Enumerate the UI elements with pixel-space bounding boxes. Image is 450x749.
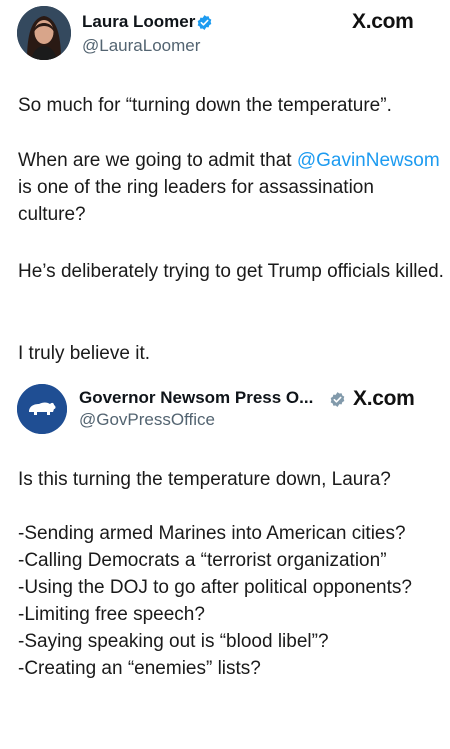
- avatar[interactable]: [17, 384, 67, 434]
- post-text-paragraph: So much for “turning down the temperatur…: [18, 95, 392, 116]
- post-text-paragraph: When are we going to admit that @GavinNe…: [18, 147, 446, 228]
- bear-flag-icon: [17, 384, 67, 434]
- verified-government-badge-icon: [330, 392, 345, 407]
- source-label: X.com: [352, 10, 414, 33]
- avatar-photo-icon: [17, 6, 71, 60]
- author-handle[interactable]: @LauraLoomer: [82, 36, 200, 56]
- post-text: is one of the ring leaders for assassina…: [18, 177, 374, 225]
- post-text-paragraph: Is this turning the temperature down, La…: [18, 469, 391, 490]
- post-text-list: -Sending armed Marines into American cit…: [18, 523, 412, 679]
- post-text-paragraph: I truly believe it.: [18, 343, 150, 364]
- author-name[interactable]: Laura Loomer: [82, 12, 195, 32]
- source-label: X.com: [353, 387, 415, 410]
- avatar[interactable]: [17, 6, 71, 60]
- mention-link[interactable]: @GavinNewsom: [297, 150, 440, 171]
- verified-badge-icon: [197, 15, 212, 30]
- author-name[interactable]: Governor Newsom Press O...: [79, 388, 313, 408]
- post-text-paragraph: He’s deliberately trying to get Trump of…: [18, 261, 444, 282]
- author-handle[interactable]: @GovPressOffice: [79, 410, 215, 430]
- post-text: When are we going to admit that: [18, 150, 297, 171]
